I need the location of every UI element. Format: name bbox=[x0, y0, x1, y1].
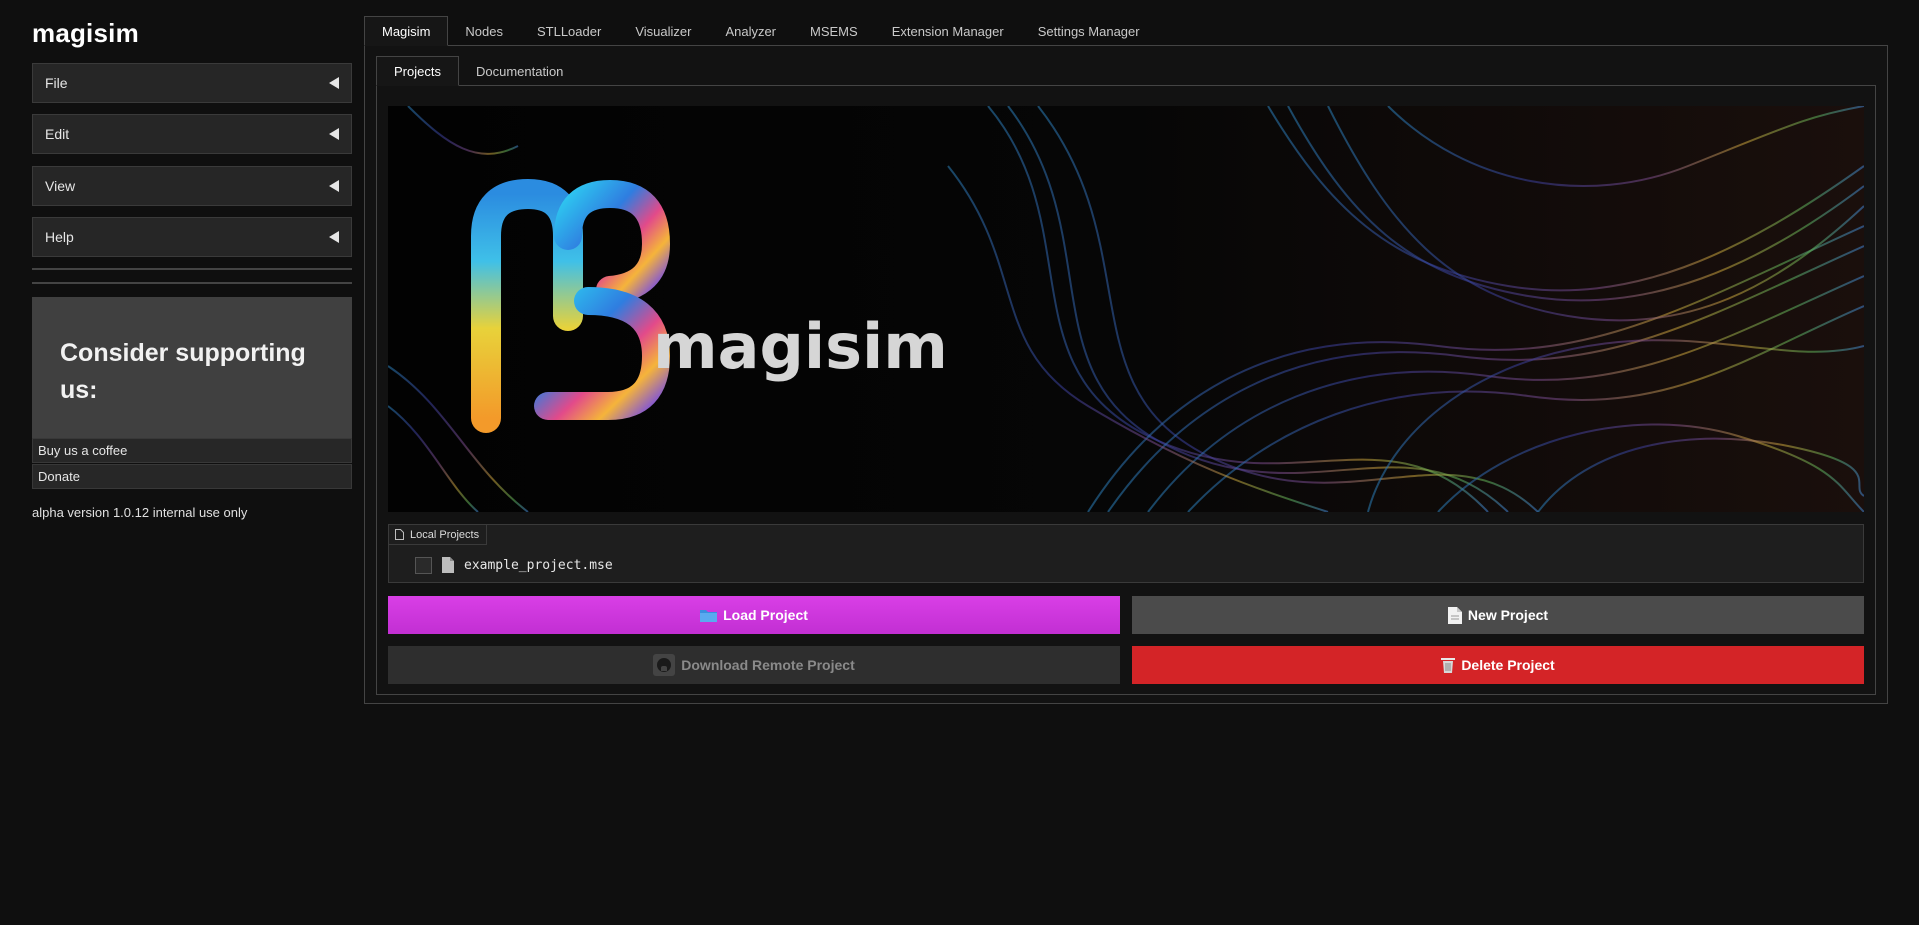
menu-view[interactable]: View bbox=[32, 166, 352, 206]
download-remote-project-button[interactable]: Download Remote Project bbox=[388, 646, 1120, 684]
banner-wordmark: magisim bbox=[653, 310, 948, 383]
caret-left-icon bbox=[329, 128, 339, 140]
menu-file[interactable]: File bbox=[32, 63, 352, 103]
menu-help-label: Help bbox=[45, 229, 74, 245]
trash-icon bbox=[1441, 658, 1456, 673]
new-project-label: New Project bbox=[1467, 607, 1549, 623]
tab-visualizer[interactable]: Visualizer bbox=[618, 16, 708, 46]
divider bbox=[32, 282, 352, 284]
menu-edit-label: Edit bbox=[45, 126, 70, 142]
file-name: example_project.mse bbox=[464, 557, 613, 573]
folder-icon bbox=[700, 610, 718, 622]
buy-coffee-link[interactable]: Buy us a coffee bbox=[32, 438, 352, 463]
tab-msems[interactable]: MSEMS bbox=[793, 16, 875, 46]
caret-left-icon bbox=[329, 180, 339, 192]
banner-artwork: magisim bbox=[388, 106, 1864, 512]
support-heading: Consider supporting us: bbox=[32, 297, 352, 438]
version-text: alpha version 1.0.12 internal use only bbox=[32, 505, 248, 520]
file-list-item[interactable]: example_project.mse bbox=[415, 555, 613, 575]
file-icon bbox=[395, 529, 404, 540]
caret-left-icon bbox=[329, 77, 339, 89]
new-project-button[interactable]: New Project bbox=[1132, 596, 1864, 634]
menu-view-label: View bbox=[45, 178, 76, 194]
file-checkbox[interactable] bbox=[415, 556, 432, 574]
delete-project-label: Delete Project bbox=[1461, 657, 1555, 673]
app-title: magisim bbox=[32, 18, 139, 48]
tab-documentation[interactable]: Documentation bbox=[459, 56, 580, 86]
tab-analyzer[interactable]: Analyzer bbox=[708, 16, 793, 46]
document-icon bbox=[1447, 606, 1462, 624]
tab-magisim[interactable]: Magisim bbox=[364, 16, 449, 46]
tab-projects[interactable]: Projects bbox=[376, 56, 459, 86]
banner-image: magisim bbox=[388, 106, 1864, 512]
local-projects-label: Local Projects bbox=[410, 528, 480, 541]
delete-project-button[interactable]: Delete Project bbox=[1132, 646, 1864, 684]
tab-nodes[interactable]: Nodes bbox=[448, 16, 520, 46]
menu-file-label: File bbox=[45, 75, 68, 91]
load-project-label: Load Project bbox=[723, 607, 808, 623]
tab-extension-manager[interactable]: Extension Manager bbox=[875, 16, 1021, 46]
document-icon bbox=[442, 557, 454, 573]
top-tab-bar: Magisim Nodes STLLoader Visualizer Analy… bbox=[364, 16, 1157, 46]
divider bbox=[32, 268, 352, 270]
local-projects-header: Local Projects bbox=[389, 525, 488, 545]
caret-left-icon bbox=[329, 231, 339, 243]
load-project-button[interactable]: Load Project bbox=[388, 596, 1120, 634]
menu-help[interactable]: Help bbox=[32, 217, 352, 257]
menu-edit[interactable]: Edit bbox=[32, 114, 352, 154]
local-projects-panel: Local Projects example_project.mse bbox=[388, 524, 1864, 583]
tab-stlloader[interactable]: STLLoader bbox=[520, 16, 618, 46]
donate-link[interactable]: Donate bbox=[32, 464, 352, 489]
tab-settings-manager[interactable]: Settings Manager bbox=[1021, 16, 1157, 46]
download-remote-project-label: Download Remote Project bbox=[681, 657, 855, 673]
sub-tab-bar: Projects Documentation bbox=[376, 56, 580, 86]
github-icon bbox=[653, 654, 676, 676]
